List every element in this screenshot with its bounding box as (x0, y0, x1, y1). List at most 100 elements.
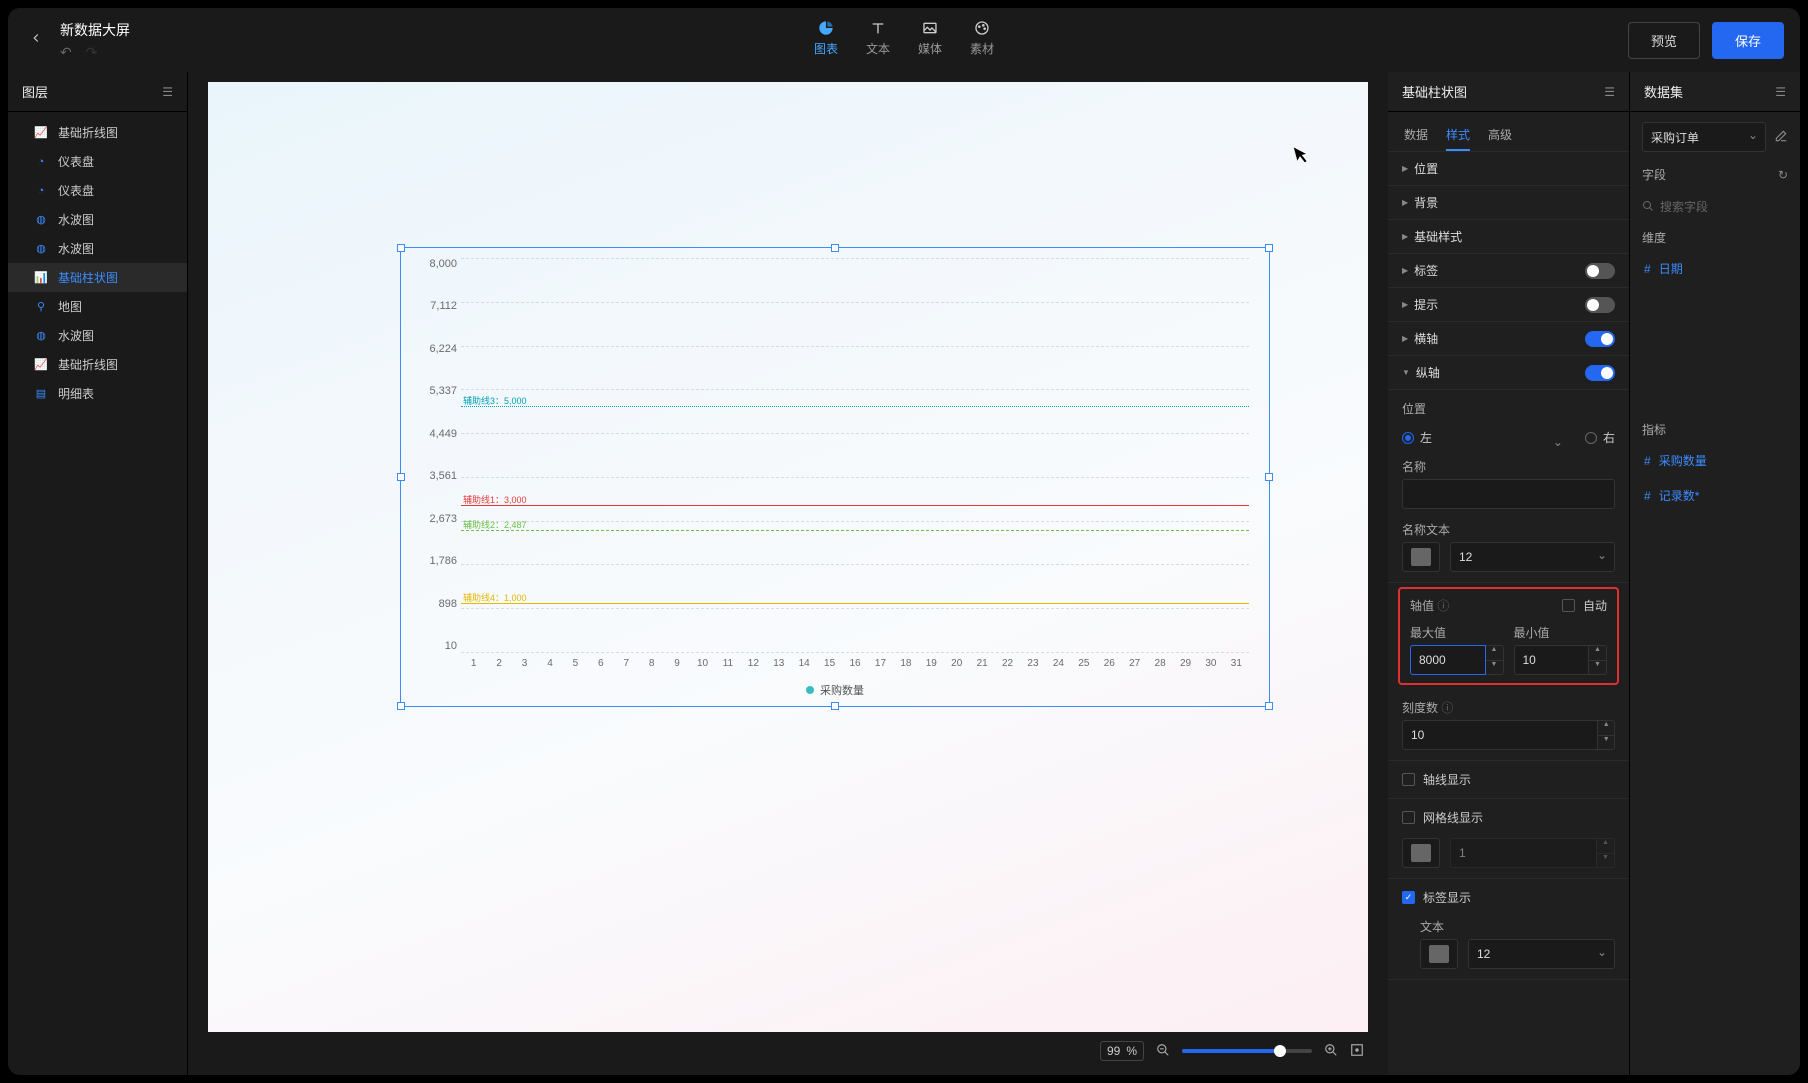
props-menu-icon[interactable]: ☰ (1604, 85, 1615, 99)
toggle-tooltip[interactable] (1585, 297, 1615, 313)
y-tick: 6,224 (413, 343, 457, 355)
metric-field-1[interactable]: #记录数* (1642, 483, 1788, 508)
dataset-select[interactable] (1642, 122, 1766, 152)
y-tick: 898 (413, 598, 457, 610)
acc-yaxis[interactable]: ▼纵轴 (1388, 356, 1629, 390)
name-fontsize-select[interactable] (1450, 542, 1615, 572)
label-fontsize-select[interactable] (1468, 939, 1615, 969)
back-button[interactable] (24, 26, 48, 50)
acc-background[interactable]: ▶背景 (1388, 186, 1629, 220)
refline-label: 辅助线2：2,487 (463, 518, 527, 531)
zoom-in-icon[interactable] (1324, 1043, 1338, 1060)
name-color-swatch[interactable] (1402, 542, 1440, 572)
redo-button[interactable]: ↷ (86, 44, 98, 61)
min-value-input[interactable] (1514, 645, 1590, 675)
toggle-yaxis[interactable] (1585, 365, 1615, 381)
x-tick: 3 (512, 658, 537, 669)
acc-tooltip[interactable]: ▶提示 (1388, 288, 1629, 322)
field-search[interactable]: 搜索字段 (1642, 193, 1788, 219)
layer-item-4[interactable]: ◍水波图 (8, 234, 187, 263)
layer-item-2[interactable]: ◔仪表盘 (8, 176, 187, 205)
tab-style[interactable]: 样式 (1446, 120, 1470, 151)
y-tick: 2,673 (413, 513, 457, 525)
line-icon: 📈 (34, 358, 48, 371)
y-tick: 5,337 (413, 385, 457, 397)
canvas-area[interactable]: 8,0007,1126,2245,3374,4493,5612,6731,786… (188, 72, 1388, 1075)
radio-pos-right[interactable]: 右 (1585, 429, 1615, 446)
layer-item-9[interactable]: ▤明细表 (8, 379, 187, 408)
save-button[interactable]: 保存 (1712, 22, 1784, 59)
x-tick: 26 (1097, 658, 1122, 669)
refline: 辅助线4：1,000 (461, 603, 1249, 604)
x-tick: 8 (639, 658, 664, 669)
refresh-icon[interactable]: ↻ (1778, 168, 1788, 182)
x-tick: 29 (1173, 658, 1198, 669)
layer-item-6[interactable]: ⚲地图 (8, 292, 187, 321)
line-icon: 📈 (34, 126, 48, 139)
page-title: 新数据大屏 (60, 20, 130, 40)
zoom-out-icon[interactable] (1156, 1043, 1170, 1060)
dataset-menu-icon[interactable]: ☰ (1775, 85, 1786, 99)
y-tick: 4,449 (413, 428, 457, 440)
layer-item-3[interactable]: ◍水波图 (8, 205, 187, 234)
preview-button[interactable]: 预览 (1628, 22, 1700, 59)
dataset-panel: 数据集 ☰ 字段 ↻ 搜索字段 维度 #日 (1630, 72, 1800, 1075)
dim-field-date[interactable]: #日期 (1642, 256, 1788, 281)
pie-chart-icon (816, 20, 836, 36)
y-tick: 3,561 (413, 470, 457, 482)
toggle-label[interactable] (1585, 263, 1615, 279)
axisline-checkbox[interactable]: 轴线显示 (1402, 771, 1615, 788)
tab-data[interactable]: 数据 (1404, 120, 1428, 151)
layer-item-0[interactable]: 📈基础折线图 (8, 118, 187, 147)
x-tick: 16 (842, 658, 867, 669)
x-tick: 12 (741, 658, 766, 669)
layers-menu-icon[interactable]: ☰ (162, 85, 173, 99)
tool-chart[interactable]: 图表 (814, 20, 838, 57)
axis-name-input[interactable] (1402, 479, 1615, 509)
text-icon (868, 20, 888, 36)
x-tick: 21 (969, 658, 994, 669)
label-color-swatch[interactable] (1420, 939, 1458, 969)
zoom-slider[interactable] (1182, 1049, 1312, 1053)
tool-text[interactable]: 文本 (866, 20, 890, 57)
max-value-input[interactable] (1410, 645, 1486, 675)
x-tick: 19 (919, 658, 944, 669)
layer-item-8[interactable]: 📈基础折线图 (8, 350, 187, 379)
grid-color-swatch[interactable] (1402, 838, 1440, 868)
gridline-checkbox[interactable]: 网格线显示 (1402, 809, 1615, 826)
zoom-value-box[interactable]: 99 % (1100, 1041, 1144, 1061)
refline: 辅助线3：5,000 (461, 406, 1249, 407)
tool-material[interactable]: 素材 (970, 20, 994, 57)
toggle-xaxis[interactable] (1585, 331, 1615, 347)
refline-label: 辅助线3：5,000 (463, 394, 527, 407)
x-tick: 30 (1198, 658, 1223, 669)
metric-field-0[interactable]: #采购数量 (1642, 448, 1788, 473)
tab-advanced[interactable]: 高级 (1488, 120, 1512, 151)
x-tick: 20 (944, 658, 969, 669)
x-tick: 10 (690, 658, 715, 669)
acc-position[interactable]: ▶位置 (1388, 152, 1629, 186)
auto-checkbox[interactable]: 自动 (1562, 597, 1607, 614)
undo-button[interactable]: ↶ (60, 44, 72, 61)
gauge-icon: ◔ (34, 156, 48, 168)
layer-item-7[interactable]: ◍水波图 (8, 321, 187, 350)
acc-basic[interactable]: ▶基础样式 (1388, 220, 1629, 254)
acc-label[interactable]: ▶标签 (1388, 254, 1629, 288)
acc-xaxis[interactable]: ▶横轴 (1388, 322, 1629, 356)
layer-item-5[interactable]: 📊基础柱状图 (8, 263, 187, 292)
refline-label: 辅助线1：3,000 (463, 493, 527, 506)
radio-pos-left[interactable]: 左 (1402, 429, 1571, 446)
chart-selection[interactable]: 8,0007,1126,2245,3374,4493,5612,6731,786… (400, 247, 1270, 707)
tool-media[interactable]: 媒体 (918, 20, 942, 57)
x-tick: 9 (664, 658, 689, 669)
layer-item-1[interactable]: ◔仪表盘 (8, 147, 187, 176)
labelshow-checkbox[interactable]: ✓标签显示 (1402, 889, 1615, 906)
properties-panel: 基础柱状图 ☰ 数据 样式 高级 ▶位置 ▶背景 ▶基础样式 ▶标签 ▶提示 ▶… (1388, 72, 1630, 1075)
x-tick: 28 (1147, 658, 1172, 669)
edit-dataset-icon[interactable] (1774, 129, 1788, 146)
fit-screen-icon[interactable] (1350, 1043, 1364, 1060)
x-tick: 2 (486, 658, 511, 669)
ticks-input[interactable] (1402, 720, 1598, 750)
props-title: 基础柱状图 (1402, 82, 1467, 101)
x-tick: 18 (893, 658, 918, 669)
